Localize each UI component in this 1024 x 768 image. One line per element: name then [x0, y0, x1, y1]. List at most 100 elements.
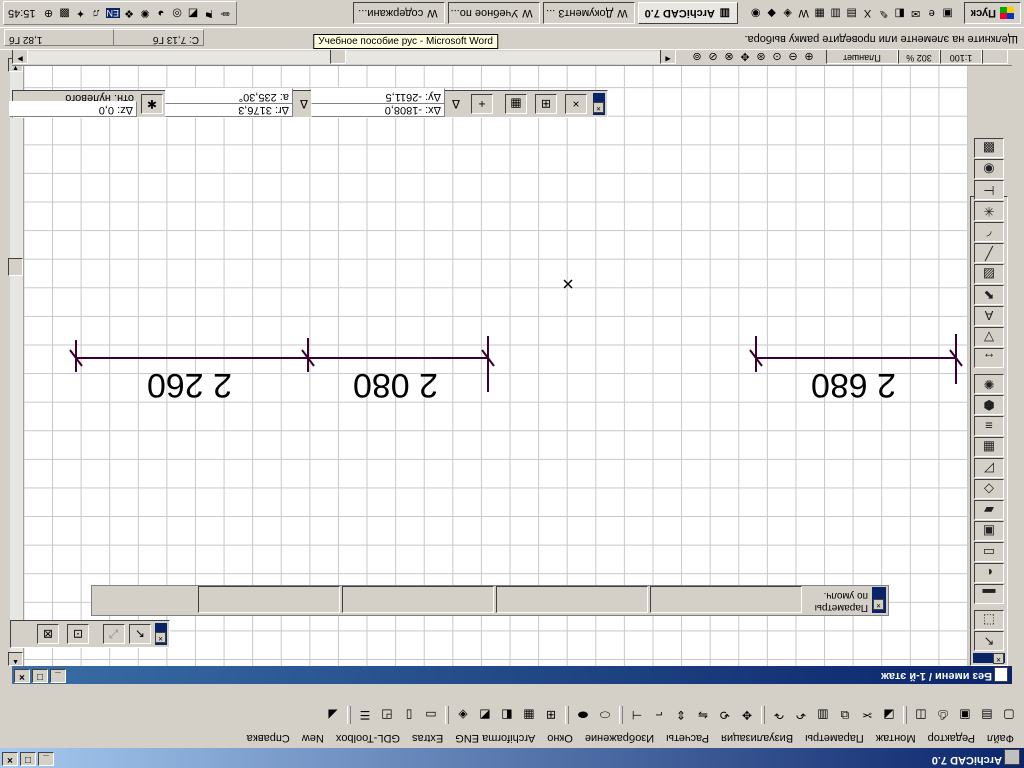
minimize-button[interactable]: _ — [38, 752, 54, 766]
cut-icon[interactable]: ✂ — [856, 705, 878, 725]
horizontal-scroll-thumb[interactable] — [330, 49, 346, 64]
menu-item[interactable]: Файл — [981, 731, 1020, 745]
text-icon[interactable]: A — [974, 306, 1004, 326]
pan-icon[interactable]: ✥ — [738, 50, 752, 64]
taskbar-button[interactable]: W Документ3 ... — [542, 2, 635, 25]
3d-window-icon[interactable]: ◰ — [376, 705, 398, 725]
doc-minimize-button[interactable]: _ — [50, 669, 66, 683]
fit-window-icon[interactable]: ⊙ — [770, 50, 784, 64]
figure-icon[interactable]: ▩ — [974, 138, 1004, 158]
menu-item[interactable]: Справка — [241, 731, 296, 745]
paint-tray-icon[interactable]: ✦ — [74, 7, 88, 21]
clip-icon[interactable]: ❖ — [122, 7, 136, 21]
grid-snap-icon[interactable]: ⊞ — [535, 94, 557, 114]
door-icon[interactable]: ◐ — [974, 563, 1004, 583]
reference-select[interactable]: отн. нулевого — [11, 90, 137, 104]
folder-icon[interactable]: ◆ — [765, 7, 779, 21]
language-indicator[interactable]: EN — [105, 8, 121, 19]
speaker-icon[interactable]: ♫ — [90, 7, 104, 21]
layer-button[interactable]: Планшет — [826, 49, 898, 64]
scroll-up-button[interactable]: ▲ — [8, 652, 23, 666]
globe-icon[interactable]: ⊕ — [42, 7, 56, 21]
elevation-window-icon[interactable]: ▯ — [398, 705, 420, 725]
archicad-launch-icon[interactable]: ◈ — [781, 7, 795, 21]
paint-icon[interactable]: ✎ — [877, 7, 891, 21]
fill-icon[interactable]: ▨ — [974, 264, 1004, 284]
trim-icon[interactable]: ⌐ — [648, 705, 670, 725]
zoom-in-icon[interactable]: ⊕ — [802, 50, 816, 64]
hotspot-icon[interactable]: ✳ — [974, 201, 1004, 221]
ruler-icon[interactable]: ▦ — [505, 94, 527, 114]
selection-palette-close[interactable]: × — [155, 623, 167, 645]
menu-item[interactable]: Редактор — [922, 731, 981, 745]
menu-item[interactable]: Монтаж — [870, 731, 922, 745]
pen-icon[interactable]: ✏ — [218, 7, 232, 21]
rotate-icon[interactable]: ⟲ — [714, 705, 736, 725]
section-window-icon[interactable]: ▭ — [420, 705, 442, 725]
open-icon[interactable]: ▤ — [976, 705, 998, 725]
layer-icon[interactable]: ◪ — [878, 705, 900, 725]
terminal-icon[interactable]: ▦ — [813, 7, 827, 21]
view-options-icon[interactable] — [982, 49, 1008, 64]
scroll-right-button[interactable]: ▶ — [12, 49, 28, 64]
object-icon[interactable]: ⬢ — [974, 395, 1004, 415]
rotated-marquee-icon[interactable]: ⊠ — [37, 624, 59, 644]
section-view-icon[interactable]: ◧ — [496, 705, 518, 725]
marquee-select-icon[interactable]: ⊡ — [67, 624, 89, 644]
doc-close-button[interactable]: × — [14, 669, 30, 683]
slab-icon[interactable]: ◇ — [974, 479, 1004, 499]
toolbox-close-button[interactable]: × — [973, 653, 1005, 664]
label-icon[interactable]: ⬉ — [974, 285, 1004, 305]
doc-maximize-button[interactable]: □ — [32, 669, 48, 683]
menu-item[interactable]: Extras — [406, 731, 449, 745]
save-icon[interactable]: ▣ — [954, 705, 976, 725]
paste-icon[interactable]: ▥ — [812, 705, 834, 725]
antivirus-icon[interactable]: ◎ — [170, 7, 184, 21]
start-button[interactable]: Пуск — [963, 2, 1021, 25]
word-icon[interactable]: W — [797, 7, 811, 21]
arrow-icon[interactable]: ↖ — [974, 631, 1004, 651]
menu-item[interactable]: Archiforma ENG — [449, 731, 541, 745]
mirror-icon[interactable]: ⇋ — [692, 705, 714, 725]
redo-icon[interactable]: ↷ — [768, 705, 790, 725]
lamp-icon[interactable]: ✺ — [974, 374, 1004, 394]
angle-field[interactable]: a: 235,30° — [165, 88, 293, 104]
zoom-reset-icon[interactable]: ⊚ — [690, 50, 704, 64]
plot-icon[interactable]: ◫ — [910, 705, 932, 725]
taskbar-button[interactable]: Wсодержани... — [352, 2, 445, 25]
menu-item[interactable]: New — [296, 731, 330, 745]
wall-icon[interactable]: ▬ — [974, 584, 1004, 604]
zoom-out-icon[interactable]: ⊖ — [786, 50, 800, 64]
menu-item[interactable]: Визуализация — [715, 731, 799, 745]
horizontal-scroll-track[interactable] — [28, 49, 660, 64]
coord-palette-close[interactable]: × — [593, 93, 605, 115]
section-icon[interactable]: ⊢ — [974, 180, 1004, 200]
taskbar-button[interactable]: W Учебное по... — [447, 2, 540, 25]
pick-icon[interactable]: ⬭ — [594, 705, 616, 725]
app-title-bar[interactable]: ArchiCAD 7.0 _ □ × — [0, 748, 1024, 768]
mesh-icon[interactable]: ▦ — [974, 437, 1004, 457]
list-icon[interactable]: ☰ — [354, 705, 376, 725]
ie-icon[interactable]: e — [925, 7, 939, 21]
column-icon[interactable]: ▣ — [974, 521, 1004, 541]
scroll-left-button[interactable]: ◀ — [660, 49, 676, 64]
fill-tool-icon[interactable]: ◢ — [322, 705, 344, 725]
close-button[interactable]: × — [2, 752, 18, 766]
plan-view-icon[interactable]: ▦ — [518, 705, 540, 725]
level-dim-icon[interactable]: ▽ — [974, 327, 1004, 347]
new-file-icon[interactable]: ▢ — [998, 705, 1020, 725]
scroll-thumb[interactable] — [8, 258, 23, 276]
mesh-tool-icon[interactable]: ⊞ — [540, 705, 562, 725]
document-title-bar[interactable]: Без имени / 1-й этаж _ □ × — [12, 666, 1012, 684]
arc-icon[interactable]: ◜ — [974, 222, 1004, 242]
zoom-window-icon[interactable]: ⊗ — [722, 50, 736, 64]
3d-view-icon[interactable]: ◩ — [474, 705, 496, 725]
menu-item[interactable]: Окно — [541, 731, 579, 745]
zoom-level[interactable]: 302 % — [898, 49, 940, 64]
camera-icon[interactable]: ◉ — [974, 159, 1004, 179]
excel-icon[interactable]: X — [861, 7, 875, 21]
stair-icon[interactable]: ≡ — [974, 416, 1004, 436]
dimension-icon[interactable]: ↔ — [974, 348, 1004, 368]
scale-button[interactable]: 1:100 — [940, 49, 982, 64]
calc-icon[interactable]: ▤ — [845, 7, 859, 21]
